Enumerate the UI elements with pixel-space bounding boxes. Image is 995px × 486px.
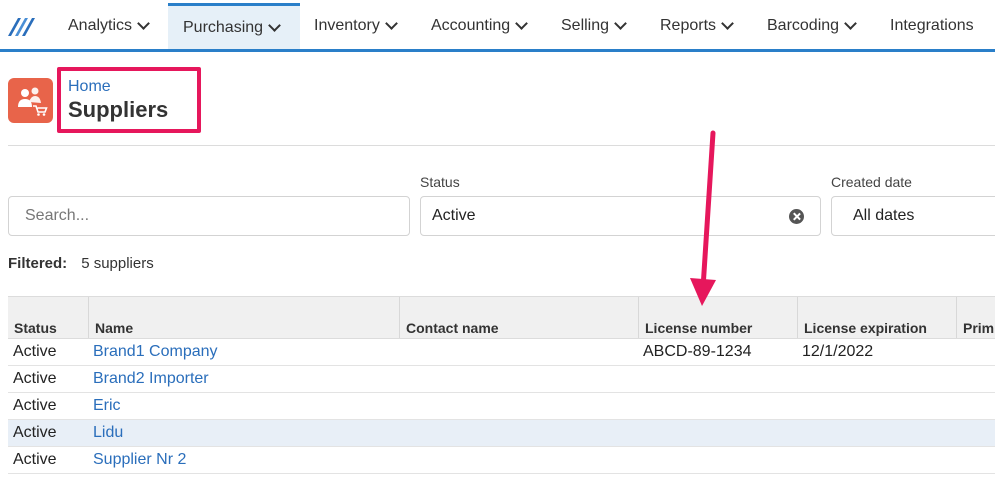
cell-name-link[interactable]: Brand1 Company bbox=[93, 343, 218, 361]
annotation-arrow-icon bbox=[690, 130, 716, 306]
column-primary[interactable]: Prim bbox=[956, 297, 995, 338]
chevron-down-icon bbox=[721, 17, 734, 30]
nav-barcoding[interactable]: Barcoding bbox=[767, 3, 857, 49]
chevron-down-icon bbox=[515, 17, 529, 30]
filtered-count: 5 suppliers bbox=[81, 255, 154, 272]
nav-label: Accounting bbox=[431, 17, 511, 34]
cell-name-link[interactable]: Lidu bbox=[93, 424, 123, 442]
nav-label: Barcoding bbox=[767, 17, 840, 34]
logo-icon[interactable] bbox=[8, 14, 38, 36]
cell-name-link[interactable]: Brand2 Importer bbox=[93, 370, 209, 388]
nav-selling[interactable]: Selling bbox=[561, 3, 627, 49]
filtered-label: Filtered: bbox=[8, 255, 68, 272]
table-header: Status Name Contact name License number … bbox=[8, 296, 995, 339]
nav-label: Purchasing bbox=[183, 18, 264, 36]
search-input[interactable]: Search... bbox=[8, 196, 410, 236]
breadcrumb-home[interactable]: Home bbox=[68, 78, 111, 96]
cell-name-link[interactable]: Eric bbox=[93, 397, 121, 415]
nav-accounting[interactable]: Accounting bbox=[431, 3, 529, 49]
nav-purchasing[interactable]: Purchasing bbox=[168, 3, 300, 49]
cell-status: Active bbox=[13, 370, 57, 387]
column-license-expiration[interactable]: License expiration bbox=[797, 297, 956, 338]
cell-status: Active bbox=[13, 343, 57, 360]
nav-analytics[interactable]: Analytics bbox=[68, 3, 150, 49]
nav-label: Selling bbox=[561, 17, 610, 34]
cell-name-link[interactable]: Supplier Nr 2 bbox=[93, 451, 186, 469]
suppliers-icon bbox=[8, 78, 53, 123]
column-status[interactable]: Status bbox=[8, 297, 88, 338]
chevron-down-icon bbox=[614, 17, 627, 30]
nav-inventory[interactable]: Inventory bbox=[314, 3, 398, 49]
column-contact-name[interactable]: Contact name bbox=[399, 297, 638, 338]
table-row[interactable]: Active Brand1 Company ABCD-89-1234 12/1/… bbox=[8, 339, 995, 366]
status-value: Active bbox=[432, 207, 476, 224]
table-row[interactable]: Active Lidu bbox=[8, 420, 995, 447]
page-title: Suppliers bbox=[68, 97, 169, 122]
cell-license: ABCD-89-1234 bbox=[643, 343, 752, 360]
filtered-summary: Filtered: 5 suppliers bbox=[8, 255, 154, 272]
cell-status: Active bbox=[13, 397, 57, 414]
nav-label: Inventory bbox=[314, 17, 380, 34]
clear-icon[interactable] bbox=[789, 209, 804, 224]
chevron-down-icon bbox=[844, 17, 857, 30]
status-label: Status bbox=[420, 174, 460, 190]
header-divider bbox=[8, 145, 995, 146]
column-name[interactable]: Name bbox=[88, 297, 399, 338]
cell-status: Active bbox=[13, 451, 57, 468]
created-date-label: Created date bbox=[831, 174, 912, 190]
nav-reports[interactable]: Reports bbox=[660, 3, 734, 49]
chevron-down-icon bbox=[137, 17, 150, 30]
table-row[interactable]: Active Brand2 Importer bbox=[8, 366, 995, 393]
nav-label: Analytics bbox=[68, 17, 133, 34]
chevron-down-icon bbox=[384, 17, 398, 30]
table-row[interactable]: Active Supplier Nr 2 bbox=[8, 447, 995, 474]
search-placeholder: Search... bbox=[25, 207, 90, 224]
chevron-down-icon bbox=[268, 18, 281, 32]
created-date-value: All dates bbox=[853, 207, 915, 224]
nav-label: Integrations bbox=[890, 17, 974, 34]
nav-integrations[interactable]: Integrations bbox=[890, 3, 974, 49]
created-date-select[interactable]: All dates bbox=[831, 196, 995, 236]
status-select[interactable]: Active bbox=[420, 196, 821, 236]
table-row[interactable]: Active Eric bbox=[8, 393, 995, 420]
cell-expiration: 12/1/2022 bbox=[802, 343, 874, 360]
top-nav: Analytics Purchasing Inventory Accountin… bbox=[0, 0, 995, 52]
cell-status: Active bbox=[13, 424, 57, 441]
nav-label: Reports bbox=[660, 17, 717, 34]
